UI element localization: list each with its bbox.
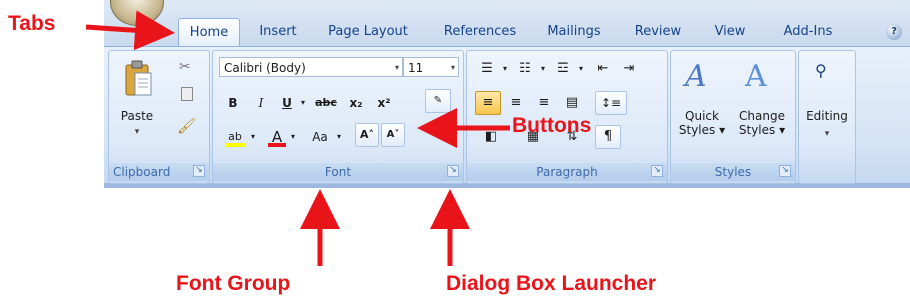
font-name-dropdown-icon[interactable]: ▾ bbox=[395, 58, 399, 78]
italic-button[interactable]: I bbox=[249, 91, 273, 115]
change-styles-button[interactable]: Change Styles ▾ bbox=[733, 109, 791, 137]
paragraph-label: Paragraph bbox=[536, 165, 598, 179]
dialog-box-launcher-annotation: Dialog Box Launcher bbox=[446, 272, 657, 295]
clipboard-group: Paste ▾ ✂ 🖌 Clipboard ↘ bbox=[108, 50, 210, 184]
font-color-button[interactable]: A bbox=[265, 125, 289, 149]
font-name-value: Calibri (Body) bbox=[224, 61, 306, 75]
decrease-indent-icon[interactable]: ⇤ bbox=[591, 57, 615, 81]
paste-icon[interactable] bbox=[123, 59, 153, 99]
bullets-dropdown-icon[interactable]: ▾ bbox=[499, 57, 511, 81]
highlight-dropdown-icon[interactable]: ▾ bbox=[247, 125, 259, 149]
format-painter-icon[interactable]: 🖌 bbox=[177, 117, 196, 135]
font-size-combo[interactable]: 11 ▾ bbox=[403, 57, 459, 77]
highlight-color-bar bbox=[225, 143, 245, 147]
quick-styles-label-1: Quick bbox=[685, 109, 719, 123]
tab-insert[interactable]: Insert bbox=[248, 18, 308, 46]
numbering-dropdown-icon[interactable]: ▾ bbox=[537, 57, 549, 81]
multilevel-list-icon[interactable]: ☲ bbox=[549, 57, 577, 81]
paragraph-dialog-launcher-icon[interactable]: ↘ bbox=[651, 165, 663, 177]
quick-styles-line-2: Styles ▾ bbox=[678, 123, 726, 137]
tab-mailings[interactable]: Mailings bbox=[536, 18, 612, 46]
font-group-annotation: Font Group bbox=[176, 272, 291, 295]
tab-add-ins[interactable]: Add-Ins bbox=[770, 18, 846, 46]
cut-icon[interactable]: ✂ bbox=[179, 59, 191, 75]
change-styles-label-1: Change bbox=[739, 109, 785, 123]
paste-dropdown-arrow[interactable]: ▾ bbox=[115, 125, 159, 139]
tab-references[interactable]: References bbox=[430, 18, 530, 46]
shrink-font-button[interactable]: A˅ bbox=[381, 123, 405, 147]
bullets-icon[interactable]: ☰ bbox=[473, 57, 501, 81]
editing-dropdown-icon[interactable]: ▾ bbox=[799, 127, 855, 141]
clear-formatting-icon: ✎ bbox=[433, 95, 443, 106]
increase-indent-icon[interactable]: ⇥ bbox=[617, 57, 641, 81]
styles-dialog-launcher-icon[interactable]: ↘ bbox=[779, 165, 791, 177]
align-left-icon[interactable]: ≡ bbox=[475, 91, 501, 115]
font-size-dropdown-icon[interactable]: ▾ bbox=[451, 58, 455, 78]
underline-dropdown-icon[interactable]: ▾ bbox=[297, 91, 309, 115]
justify-icon[interactable]: ▤ bbox=[559, 91, 585, 115]
align-center-icon[interactable]: ≡ bbox=[503, 91, 529, 115]
font-color-dropdown-icon[interactable]: ▾ bbox=[287, 125, 299, 149]
line-spacing-icon[interactable]: ↕≡ bbox=[595, 91, 627, 115]
bold-button[interactable]: B bbox=[221, 91, 245, 115]
tab-view[interactable]: View bbox=[700, 18, 760, 46]
paste-button[interactable]: Paste bbox=[115, 109, 159, 123]
shading-icon[interactable]: ◧ bbox=[475, 125, 507, 149]
grow-font-button[interactable]: A˄ bbox=[355, 123, 379, 147]
tab-page-layout[interactable]: Page Layout bbox=[318, 18, 418, 46]
quick-styles-icon[interactable]: A bbox=[685, 59, 707, 94]
font-label: Font bbox=[324, 165, 352, 179]
paragraph-group-label: Paragraph bbox=[467, 163, 667, 181]
font-group-label: Font bbox=[213, 163, 463, 181]
change-styles-icon[interactable]: A bbox=[745, 59, 767, 94]
underline-button[interactable]: U bbox=[275, 91, 299, 115]
editing-button[interactable]: Editing bbox=[799, 109, 855, 123]
clear-formatting-button[interactable]: ✎ bbox=[425, 89, 451, 113]
font-color-bar bbox=[268, 143, 286, 147]
styles-group: A A Quick Styles ▾ Change Styles ▾ Style… bbox=[670, 50, 796, 184]
highlight-label: ab bbox=[228, 130, 242, 143]
change-styles-line-2: Styles ▾ bbox=[738, 123, 786, 137]
find-icon[interactable]: ⚲ bbox=[815, 61, 827, 80]
help-icon[interactable]: ? bbox=[886, 24, 902, 40]
editing-group: ⚲ Editing ▾ bbox=[798, 50, 856, 184]
quick-styles-button[interactable]: Quick Styles ▾ bbox=[673, 109, 731, 137]
font-dialog-launcher-icon[interactable]: ↘ bbox=[447, 165, 459, 177]
buttons-annotation: Buttons bbox=[512, 114, 592, 137]
styles-group-label: Styles bbox=[671, 163, 795, 181]
highlight-button[interactable]: ab bbox=[221, 125, 249, 149]
font-name-combo[interactable]: Calibri (Body) ▾ bbox=[219, 57, 403, 77]
quick-styles-label-2: Styles bbox=[678, 123, 716, 137]
multilevel-dropdown-icon[interactable]: ▾ bbox=[575, 57, 587, 81]
clipboard-dialog-launcher-icon[interactable]: ↘ bbox=[193, 165, 205, 177]
strikethrough-button[interactable]: abc bbox=[311, 91, 341, 115]
subscript-button[interactable]: x₂ bbox=[343, 91, 369, 115]
font-group: Calibri (Body) ▾ 11 ▾ B I U ▾ abc x₂ x² … bbox=[212, 50, 464, 184]
change-case-button[interactable]: Aa bbox=[305, 125, 335, 149]
change-case-dropdown-icon[interactable]: ▾ bbox=[333, 125, 345, 149]
tabs-annotation: Tabs bbox=[8, 12, 56, 35]
change-styles-label-2: Styles bbox=[738, 123, 776, 137]
font-size-value: 11 bbox=[408, 61, 424, 75]
styles-label: Styles bbox=[714, 165, 752, 179]
copy-icon[interactable] bbox=[181, 87, 193, 101]
align-right-icon[interactable]: ≡ bbox=[531, 91, 557, 115]
numbering-icon[interactable]: ☷ bbox=[511, 57, 539, 81]
superscript-button[interactable]: x² bbox=[371, 91, 397, 115]
tab-review[interactable]: Review bbox=[628, 18, 688, 46]
clipboard-label: Clipboard bbox=[113, 165, 171, 179]
show-hide-icon[interactable]: ¶ bbox=[595, 125, 621, 149]
tab-home[interactable]: Home bbox=[178, 18, 240, 47]
